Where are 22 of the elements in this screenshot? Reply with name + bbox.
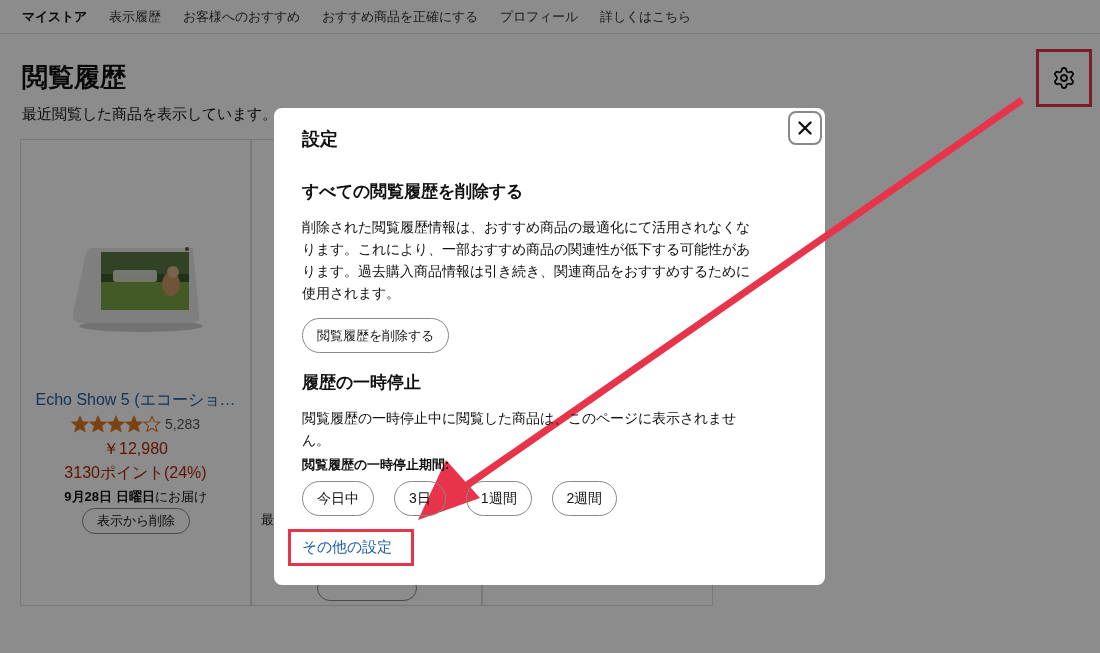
nav-tab[interactable]: マイストア <box>22 6 87 27</box>
remove-button[interactable]: 表示から削除 <box>81 508 190 534</box>
more-settings-link[interactable]: その他の設定 <box>302 536 392 559</box>
nav-tab[interactable]: お客様へのおすすめ <box>183 6 300 27</box>
page-subtitle: 最近閲覧した商品を表示しています。 <box>22 104 277 124</box>
nav-tab[interactable]: 詳しくはこちら <box>600 6 691 27</box>
section-text: 閲覧履歴の一時停止中に閲覧した商品は、このページに表示されません。 <box>302 408 737 450</box>
field-label: 閲覧履歴の一時停止期間: <box>302 455 450 474</box>
review-count[interactable]: 5,283 <box>164 413 200 435</box>
section-text: 削除された閲覧履歴情報は、おすすめ商品の最適化にて活用されなくなります。これにより、一部おすすめ商品の関連性が低下する可能性があります。過去購入商品情報は引き続き、関連商品をおすすめするために使用されます。 <box>302 217 751 303</box>
nav-tab[interactable]: おすすめ商品を正確にする <box>322 6 478 27</box>
section-heading: 履歴の一時停止 <box>302 372 421 394</box>
points: 3130ポイント(24%) <box>64 462 207 483</box>
page-title: 閲覧履歴 <box>22 61 127 94</box>
nav-tab[interactable]: 表示履歴 <box>109 6 161 27</box>
section-heading: すべての閲覧履歴を削除する <box>302 181 523 203</box>
dialog-title: 設定 <box>302 128 338 151</box>
card-text: 最 <box>261 510 274 529</box>
product-title[interactable]: Echo Show 5 (エコーショ… <box>35 387 236 412</box>
price: ￥12,980 <box>103 438 168 459</box>
delivery-date: 9月28日 日曜日 にお届け <box>64 487 207 506</box>
nav-tab[interactable]: プロフィール <box>500 6 578 27</box>
